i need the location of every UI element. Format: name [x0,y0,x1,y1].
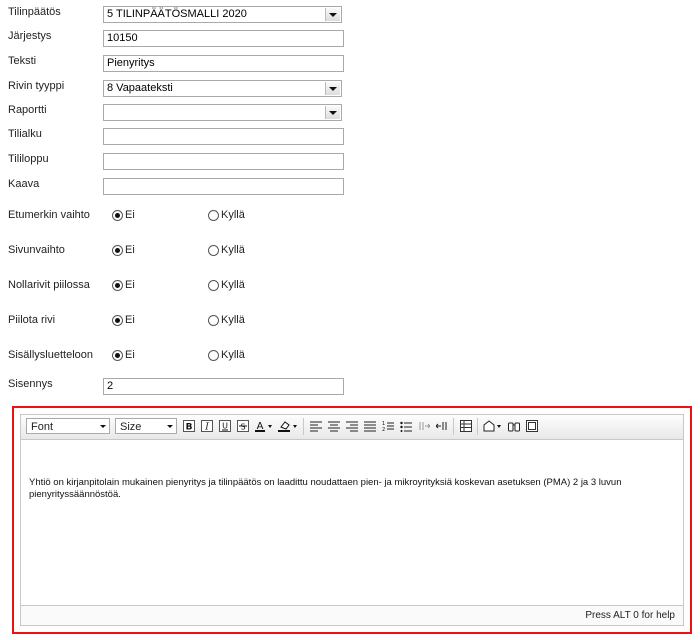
text-color-icon[interactable]: A [255,419,273,433]
bulleted-list-icon[interactable] [399,419,413,433]
radio-label-kylla: Kyllä [221,244,245,256]
piilota-rivi-kylla-radio[interactable]: Kyllä [208,314,245,326]
label-sisennys: Sisennys [8,378,53,390]
tililoppu-input[interactable] [103,153,344,170]
label-tilialku: Tilialku [8,128,42,140]
toolbar-separator [303,418,304,435]
rivin-tyyppi-select[interactable]: 8 Vapaateksti [103,80,342,97]
align-center-icon[interactable] [327,419,341,433]
binoculars-icon[interactable] [507,419,521,433]
radio-selected-icon[interactable] [112,244,123,256]
source-icon[interactable] [525,419,539,433]
radio-unselected-icon[interactable] [208,279,219,291]
radio-unselected-icon[interactable] [208,314,219,326]
sisallysluetteloon-kylla-radio[interactable]: Kyllä [208,349,245,361]
svg-text:S: S [240,423,245,432]
svg-text:U: U [222,422,228,431]
label-tilinpaatos: Tilinpäätös [8,6,61,18]
sisennys-input[interactable]: 2 [103,378,344,395]
underline-icon[interactable]: U [218,419,232,433]
help-hint: Press ALT 0 for help [585,610,675,621]
label-rivin-tyyppi: Rivin tyyppi [8,80,65,92]
chevron-down-icon[interactable] [325,82,340,95]
numbered-list-icon[interactable]: 12 [381,419,395,433]
etumerkin-vaihto-kylla-radio[interactable]: Kyllä [208,209,245,221]
radio-selected-icon[interactable] [112,279,123,291]
nollarivit-ei-radio[interactable]: Ei [112,279,135,291]
label-sisallysluetteloon: Sisällysluetteloon [8,349,93,361]
table-icon[interactable] [459,419,473,433]
editor-toolbar: Font Size B I U S A 1 2 [21,415,683,440]
background-color-icon[interactable] [278,419,298,433]
editor-highlight-frame: Font Size B I U S A 1 2 Yhtiö on kirjanp… [12,406,692,634]
insert-dropdown-icon[interactable] [483,419,503,433]
svg-text:B: B [186,423,193,433]
label-etumerkin-vaihto: Etumerkin vaihto [8,209,90,221]
kaava-input[interactable] [103,178,344,195]
piilota-rivi-ei-radio[interactable]: Ei [112,314,135,326]
label-kaava: Kaava [8,178,40,190]
font-select[interactable]: Font [26,418,110,434]
etumerkin-vaihto-ei-radio[interactable]: Ei [112,209,135,221]
tilinpaatos-value: 5 TILINPÄÄTÖSMALLI 2020 [107,8,247,20]
label-piilota-rivi: Piilota rivi [8,314,56,326]
radio-selected-icon[interactable] [112,209,123,221]
bold-icon[interactable]: B [182,419,196,433]
radio-label-ei: Ei [125,349,135,361]
radio-label-kylla: Kyllä [221,279,245,291]
sivunvaihto-kylla-radio[interactable]: Kyllä [208,244,245,256]
radio-unselected-icon[interactable] [208,349,219,361]
radio-unselected-icon[interactable] [208,209,219,221]
chevron-down-icon[interactable] [325,8,340,21]
radio-label-ei: Ei [125,314,135,326]
align-justify-icon[interactable] [363,419,377,433]
teksti-input[interactable]: Pienyritys [103,55,344,72]
strikethrough-icon[interactable]: S [236,419,250,433]
radio-selected-icon[interactable] [112,314,123,326]
radio-label-kylla: Kyllä [221,209,245,221]
italic-icon[interactable]: I [200,419,214,433]
radio-label-ei: Ei [125,244,135,256]
sisallysluetteloon-ei-radio[interactable]: Ei [112,349,135,361]
size-select[interactable]: Size [115,418,177,434]
radio-unselected-icon[interactable] [208,244,219,256]
radio-label-ei: Ei [125,279,135,291]
radio-label-ei: Ei [125,209,135,221]
sivunvaihto-ei-radio[interactable]: Ei [112,244,135,256]
rtl-icon[interactable] [435,419,449,433]
label-nollarivit-piilossa: Nollarivit piilossa [8,279,90,291]
editor-content[interactable]: Yhtiö on kirjanpitolain mukainen pienyri… [29,477,677,501]
tilinpaatos-select[interactable]: 5 TILINPÄÄTÖSMALLI 2020 [103,6,342,23]
svg-text:I: I [204,423,209,433]
label-raportti: Raportti [8,104,47,116]
ltr-icon[interactable] [417,419,431,433]
radio-selected-icon[interactable] [112,349,123,361]
chevron-down-icon[interactable] [325,106,340,119]
label-sivunvaihto: Sivunvaihto [8,244,65,256]
nollarivit-kylla-radio[interactable]: Kyllä [208,279,245,291]
editor-statusbar: Press ALT 0 for help [21,605,683,625]
tilialku-input[interactable] [103,128,344,145]
rivin-tyyppi-value: 8 Vapaateksti [107,82,173,94]
label-teksti: Teksti [8,55,37,67]
toolbar-separator [453,418,454,435]
align-right-icon[interactable] [345,419,359,433]
radio-label-kylla: Kyllä [221,349,245,361]
jarjestys-input[interactable]: 10150 [103,30,344,47]
toolbar-separator [477,418,478,435]
raportti-select[interactable] [103,104,342,121]
align-left-icon[interactable] [309,419,323,433]
label-tililoppu: Tililoppu [8,153,49,165]
svg-text:2: 2 [382,427,385,432]
radio-label-kylla: Kyllä [221,314,245,326]
rich-text-editor[interactable]: Font Size B I U S A 1 2 Yhtiö on kirjanp… [20,414,684,626]
label-jarjestys: Järjestys [8,30,52,42]
